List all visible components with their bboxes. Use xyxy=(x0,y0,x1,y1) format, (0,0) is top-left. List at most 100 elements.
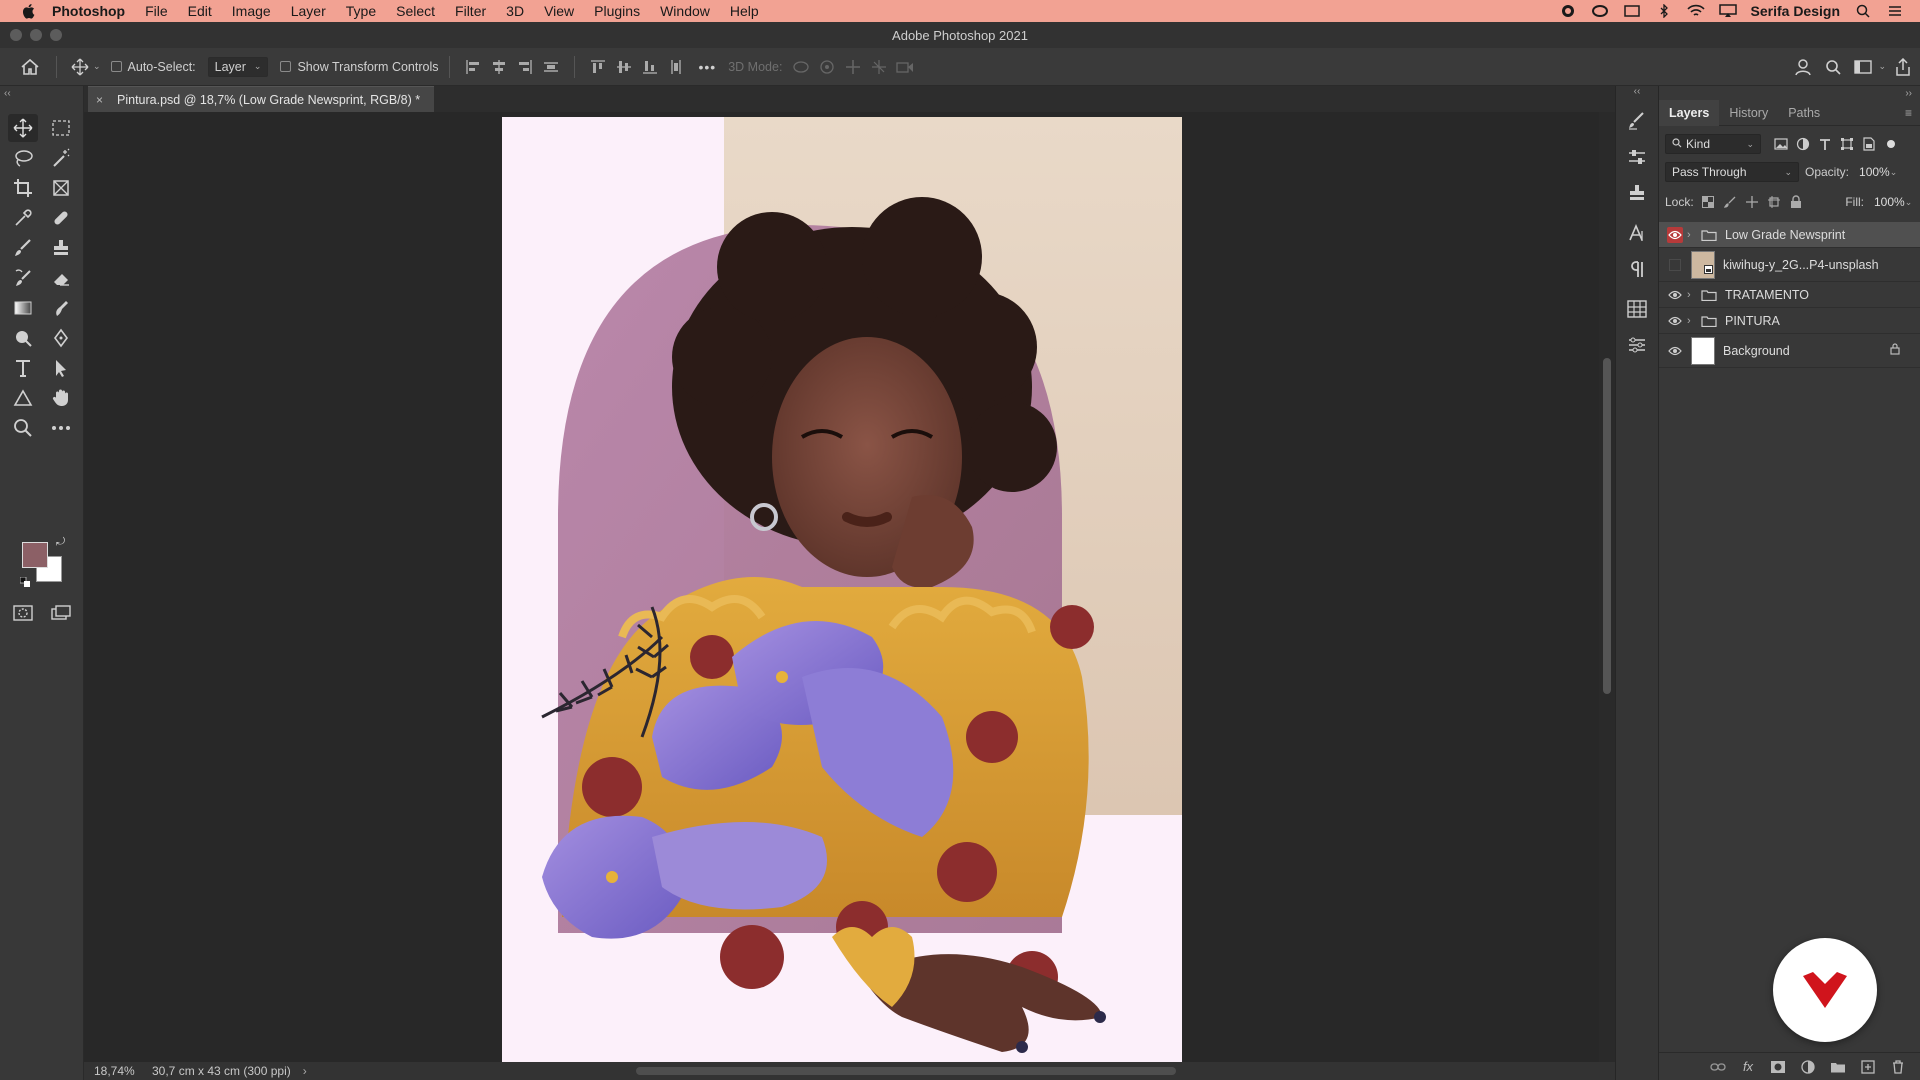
menu-plugins[interactable]: Plugins xyxy=(594,3,640,19)
vertical-scrollbar[interactable] xyxy=(1599,112,1615,1062)
align-bottom-edges-icon[interactable] xyxy=(641,58,659,76)
zoom-level[interactable]: 18,74% xyxy=(94,1064,150,1078)
layer-row-background[interactable]: Background xyxy=(1659,334,1920,368)
tab-paths[interactable]: Paths xyxy=(1778,100,1830,126)
gradient-tool-icon[interactable] xyxy=(8,294,38,322)
expand-chevron-icon[interactable]: › xyxy=(1687,229,1699,241)
menu-help[interactable]: Help xyxy=(730,3,759,19)
menu-layer[interactable]: Layer xyxy=(291,3,326,19)
move-tool-preset-icon[interactable] xyxy=(71,58,89,76)
share-people-icon[interactable] xyxy=(1794,58,1812,76)
character-panel-icon[interactable] xyxy=(1622,218,1652,248)
layer-row-tratamento[interactable]: › TRATAMENTO xyxy=(1659,282,1920,308)
blend-mode-dropdown[interactable]: Pass Through ⌄ xyxy=(1665,162,1799,182)
preset-chevron-down-icon[interactable]: ⌄ xyxy=(93,61,101,72)
close-window-button[interactable] xyxy=(10,29,22,41)
align-right-edges-icon[interactable] xyxy=(516,58,534,76)
clone-stamp-icon[interactable] xyxy=(46,234,76,262)
add-mask-icon[interactable] xyxy=(1770,1059,1786,1075)
fill-input[interactable]: 100% ⌄ xyxy=(1868,192,1914,212)
auto-select-target-dropdown[interactable]: Layer ⌄ xyxy=(207,56,269,77)
visibility-toggle-off[interactable] xyxy=(1669,258,1681,271)
wifi-icon[interactable] xyxy=(1686,4,1705,18)
opacity-input[interactable]: 100% ⌄ xyxy=(1853,162,1900,182)
show-transform-controls-checkbox[interactable] xyxy=(280,61,292,72)
zoom-tool-icon[interactable] xyxy=(8,414,38,442)
filter-smart-object-icon[interactable] xyxy=(1861,136,1877,152)
shape-tool-icon[interactable] xyxy=(8,384,38,412)
layer-row-pintura[interactable]: › PINTURA xyxy=(1659,308,1920,334)
workspace-chevron-down-icon[interactable]: ⌄ xyxy=(1878,61,1886,72)
bluetooth-icon[interactable] xyxy=(1655,4,1673,18)
collapse-toolbar-icon[interactable]: ‹‹ xyxy=(4,88,11,99)
adjustment-sliders-icon[interactable] xyxy=(1622,142,1652,172)
link-layers-icon[interactable] xyxy=(1710,1059,1726,1075)
fill-chevron-down-icon[interactable]: ⌄ xyxy=(1905,197,1913,208)
align-horizontal-centers-icon[interactable] xyxy=(490,58,508,76)
filter-shape-icon[interactable] xyxy=(1839,136,1855,152)
visibility-eye-icon[interactable] xyxy=(1667,343,1683,359)
horizontal-scroll-thumb[interactable] xyxy=(636,1067,1176,1075)
menu-window[interactable]: Window xyxy=(660,3,710,19)
foreground-color-swatch[interactable] xyxy=(22,542,48,568)
collapse-panels-icon[interactable]: ›› xyxy=(1905,88,1912,99)
creative-cloud-icon[interactable] xyxy=(1591,4,1609,18)
search-icon[interactable] xyxy=(1824,58,1842,76)
new-layer-icon[interactable] xyxy=(1860,1059,1876,1075)
brush-tool-icon[interactable] xyxy=(8,234,38,262)
lock-transparent-pixels-icon[interactable] xyxy=(1700,194,1716,210)
auto-select-checkbox[interactable] xyxy=(110,61,122,72)
menu-type[interactable]: Type xyxy=(346,3,376,19)
lock-image-pixels-icon[interactable] xyxy=(1722,194,1738,210)
clone-source-icon[interactable] xyxy=(1622,178,1652,208)
lock-artboard-icon[interactable] xyxy=(1766,194,1782,210)
table-panel-icon[interactable] xyxy=(1622,294,1652,324)
layer-row-kiwihug-unsplash[interactable]: kiwihug-y_2G...P4-unsplash xyxy=(1659,248,1920,282)
magic-wand-icon[interactable] xyxy=(46,144,76,172)
minimize-window-button[interactable] xyxy=(30,29,42,41)
lock-position-icon[interactable] xyxy=(1744,194,1760,210)
share-export-icon[interactable] xyxy=(1894,57,1912,76)
menu-filter[interactable]: Filter xyxy=(455,3,486,19)
visibility-eye-icon[interactable] xyxy=(1667,226,1683,243)
menubar-account-name[interactable]: Serifa Design xyxy=(1751,3,1840,19)
canvas-area[interactable] xyxy=(84,112,1599,1062)
more-tools-icon[interactable] xyxy=(46,414,76,442)
hand-tool-icon[interactable] xyxy=(46,384,76,412)
control-center-icon[interactable] xyxy=(1886,4,1904,18)
layer-effects-fx-icon[interactable]: fx xyxy=(1740,1059,1756,1075)
brush-settings-icon[interactable] xyxy=(1622,106,1652,136)
apple-menu-icon[interactable] xyxy=(20,2,38,20)
lock-all-icon[interactable] xyxy=(1788,194,1804,210)
expand-chevron-icon[interactable]: › xyxy=(1687,315,1699,327)
distribute-horizontal-icon[interactable] xyxy=(667,58,685,76)
delete-layer-trash-icon[interactable] xyxy=(1890,1059,1906,1075)
document-canvas[interactable] xyxy=(502,117,1182,1062)
screen-mirror-icon[interactable] xyxy=(1623,4,1641,18)
visibility-eye-icon[interactable] xyxy=(1667,287,1683,303)
airplay-icon[interactable] xyxy=(1718,4,1737,18)
tab-layers[interactable]: Layers xyxy=(1659,99,1720,126)
lasso-tool-icon[interactable] xyxy=(8,144,38,172)
history-brush-icon[interactable] xyxy=(8,264,38,292)
align-top-edges-icon[interactable] xyxy=(589,58,607,76)
opacity-chevron-down-icon[interactable]: ⌄ xyxy=(1890,167,1898,178)
zoom-window-button[interactable] xyxy=(50,29,62,41)
eraser-tool-icon[interactable] xyxy=(46,264,76,292)
path-selection-icon[interactable] xyxy=(46,354,76,382)
home-icon[interactable] xyxy=(18,58,42,76)
swap-colors-icon[interactable]: ⤾ xyxy=(56,536,65,549)
frame-tool-icon[interactable] xyxy=(46,174,76,202)
visibility-eye-icon[interactable] xyxy=(1667,313,1683,329)
crop-tool-icon[interactable] xyxy=(8,174,38,202)
distribute-vertical-icon[interactable] xyxy=(542,58,560,76)
new-adjustment-layer-icon[interactable] xyxy=(1800,1059,1816,1075)
menu-file[interactable]: File xyxy=(145,3,168,19)
move-tool-icon[interactable] xyxy=(8,114,38,142)
filter-kind-dropdown[interactable]: Kind ⌄ xyxy=(1665,134,1761,154)
smudge-tool-icon[interactable] xyxy=(46,294,76,322)
more-options-button[interactable]: ••• xyxy=(699,59,717,75)
dodge-tool-icon[interactable] xyxy=(8,324,38,352)
properties-panel-icon[interactable] xyxy=(1622,330,1652,360)
new-group-icon[interactable] xyxy=(1830,1059,1846,1075)
